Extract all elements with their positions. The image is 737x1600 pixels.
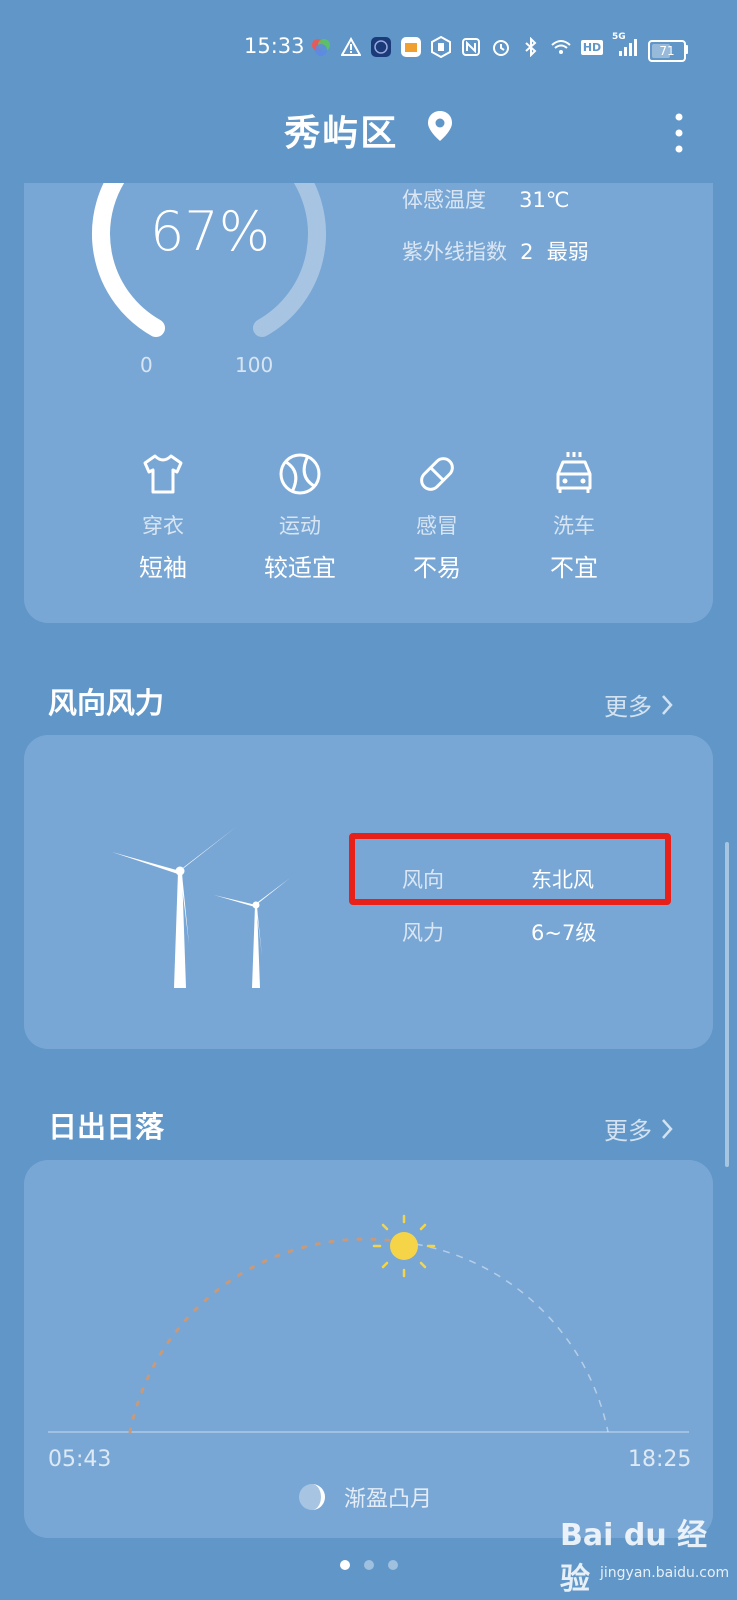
sun-more-label[interactable]: 更多	[604, 1111, 652, 1146]
battery-icon: 71	[648, 40, 686, 62]
moon-icon	[299, 1484, 325, 1510]
wifi-icon	[550, 36, 572, 58]
nfc-icon	[460, 36, 482, 58]
uv-index-value: 2 最弱	[520, 240, 589, 264]
chevron-right-icon	[662, 1118, 673, 1139]
uv-index-label: 紫外线指数	[402, 240, 507, 264]
more-options-icon[interactable]	[664, 108, 694, 158]
feels-like-value: 31℃	[519, 188, 570, 212]
signal-5g-icon: 5G	[612, 32, 642, 58]
wind-section-title: 风向风力	[48, 686, 165, 720]
gauge-min-label: 0	[140, 353, 153, 377]
sun-more-link[interactable]: 更多	[604, 1111, 674, 1146]
face-icon	[370, 36, 392, 58]
status-time: 15:33	[244, 34, 305, 58]
life-item-label: 运动	[279, 514, 321, 538]
net-label: 5G	[612, 32, 626, 42]
wind-force-label: 风力	[402, 921, 444, 945]
status-icons: HD 5G	[310, 32, 642, 58]
sun-section-title: 日出日落	[48, 1110, 165, 1144]
uv-index-row: 紫外线指数 2 最弱	[402, 236, 589, 266]
sun-path-elapsed	[128, 1237, 404, 1434]
hand-icon	[430, 36, 452, 58]
life-item-value: 不宜	[550, 554, 598, 582]
life-item-label: 感冒	[416, 514, 458, 538]
baidu-watermark-logo: Bai du 经验	[560, 1518, 708, 1597]
sunrise-time: 05:43	[48, 1447, 112, 1472]
car-wash-icon	[550, 450, 598, 498]
life-item-value: 较适宜	[264, 554, 336, 582]
sun-arc-chart	[24, 1160, 713, 1464]
city-name[interactable]: 秀屿区	[284, 104, 398, 156]
annotation-highlight-box	[349, 833, 671, 905]
city-header[interactable]: 秀屿区	[0, 104, 737, 156]
life-item-sport[interactable]: 运动 较适宜	[240, 450, 360, 583]
humidity-value: 67%	[149, 200, 271, 263]
hd-label: HD	[580, 39, 604, 55]
chevron-right-icon	[662, 694, 673, 715]
bluetooth-icon	[520, 36, 542, 58]
feels-like-label: 体感温度	[402, 188, 486, 212]
wind-turbine-icon	[100, 812, 310, 996]
sunset-time: 18:25	[628, 1447, 692, 1472]
alarm-icon	[490, 36, 512, 58]
sun-icon	[372, 1214, 436, 1278]
gauge-max-label: 100	[235, 353, 274, 377]
life-item-label: 洗车	[553, 514, 595, 538]
page-dot[interactable]	[339, 1560, 350, 1570]
baidu-watermark-url: jingyan.baidu.com	[600, 1565, 730, 1581]
life-item-clothing[interactable]: 穿衣 短袖	[103, 450, 223, 583]
hd-icon: HD	[580, 36, 604, 58]
moon-phase-label: 渐盈凸月	[344, 1487, 433, 1512]
warning-icon	[340, 36, 362, 58]
location-pin-icon[interactable]	[427, 110, 453, 151]
feels-like-row: 体感温度 31℃	[402, 184, 569, 214]
life-item-label: 穿衣	[142, 514, 184, 538]
wind-more-label[interactable]: 更多	[604, 687, 652, 722]
page-dot[interactable]	[387, 1560, 398, 1570]
sun-path-remaining	[401, 1241, 609, 1433]
life-item-value: 不易	[413, 554, 461, 582]
scrollbar[interactable]	[725, 842, 729, 1167]
app-icon	[310, 36, 332, 58]
pill-icon	[413, 450, 461, 498]
life-item-value: 短袖	[139, 554, 187, 582]
page-dot[interactable]	[363, 1560, 374, 1570]
life-item-carwash[interactable]: 洗车 不宜	[514, 450, 634, 583]
moon-phase-row: 渐盈凸月	[296, 1481, 432, 1513]
wind-force-value: 6~7级	[531, 921, 597, 945]
battery-tip	[684, 45, 688, 54]
battery-level: 71	[659, 44, 675, 58]
ball-icon	[276, 450, 324, 498]
shirt-icon	[139, 450, 187, 498]
mail-icon	[400, 36, 422, 58]
wind-more-link[interactable]: 更多	[604, 687, 674, 722]
life-item-cold[interactable]: 感冒 不易	[377, 450, 497, 583]
